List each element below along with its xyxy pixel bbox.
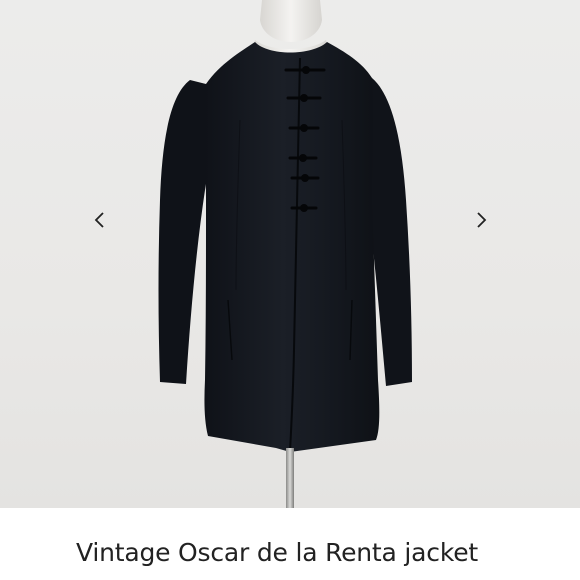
previous-image-button[interactable] [86, 206, 114, 234]
product-photo [158, 0, 412, 508]
product-image-carousel[interactable] [0, 0, 580, 508]
product-title: Vintage Oscar de la Renta jacket [76, 538, 478, 567]
product-info: Vintage Oscar de la Renta jacket [0, 508, 580, 580]
next-image-button[interactable] [467, 206, 495, 234]
product-page: Vintage Oscar de la Renta jacket [0, 0, 580, 580]
chevron-right-icon [477, 212, 487, 228]
chevron-left-icon [94, 212, 104, 228]
